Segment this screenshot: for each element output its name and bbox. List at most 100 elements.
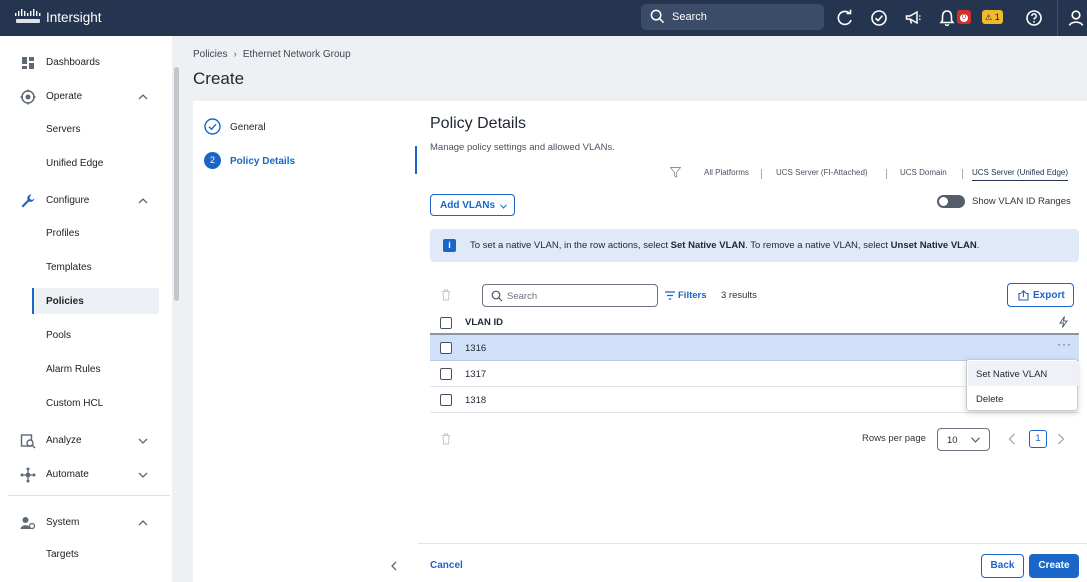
chevron-down-icon bbox=[500, 204, 507, 209]
search-placeholder: Search bbox=[507, 291, 538, 302]
chevron-right-icon[interactable] bbox=[1057, 433, 1065, 445]
lightning-icon[interactable] bbox=[1059, 316, 1068, 328]
sidebar-item-pools[interactable]: Pools bbox=[32, 322, 159, 348]
platform-separator bbox=[962, 169, 963, 179]
sidebar-scrollbar[interactable] bbox=[174, 67, 179, 301]
filters-button[interactable]: Filters bbox=[665, 290, 707, 301]
warning-alarm-count: 1 bbox=[994, 12, 1000, 22]
platform-all[interactable]: All Platforms bbox=[704, 168, 749, 177]
search-icon bbox=[491, 290, 503, 302]
table-row[interactable]: 1316 ··· bbox=[430, 335, 1079, 361]
megaphone-icon[interactable] bbox=[904, 9, 922, 27]
analyze-icon bbox=[20, 434, 36, 449]
back-button[interactable]: Back bbox=[981, 554, 1024, 578]
global-search[interactable]: Search bbox=[641, 4, 824, 30]
chevron-left-icon[interactable] bbox=[1008, 433, 1016, 445]
rows-per-page-value: 10 bbox=[947, 435, 958, 446]
wizard-steps: General 2 Policy Details bbox=[193, 101, 418, 582]
cancel-button[interactable]: Cancel bbox=[430, 560, 463, 571]
sidebar-item-automate[interactable]: Automate bbox=[0, 460, 172, 490]
trash-icon[interactable] bbox=[441, 289, 451, 301]
step-complete-icon bbox=[204, 118, 221, 135]
topbar-divider bbox=[1057, 0, 1058, 36]
sidebar-item-profiles[interactable]: Profiles bbox=[32, 220, 159, 246]
add-vlans-button[interactable]: Add VLANs bbox=[430, 194, 515, 216]
sidebar-item-alarm-rules[interactable]: Alarm Rules bbox=[32, 356, 159, 382]
trash-icon[interactable] bbox=[441, 433, 451, 445]
row-checkbox[interactable] bbox=[440, 342, 452, 354]
export-button[interactable]: Export bbox=[1007, 283, 1074, 307]
sidebar-item-operate[interactable]: Operate bbox=[0, 82, 172, 112]
user-icon[interactable] bbox=[1067, 9, 1085, 27]
chevron-up-icon bbox=[138, 520, 148, 526]
sidebar-item-servers[interactable]: Servers bbox=[32, 116, 159, 142]
vlan-ranges-toggle[interactable] bbox=[937, 195, 965, 208]
search-label: Search bbox=[672, 11, 707, 23]
sidebar-label: Alarm Rules bbox=[46, 364, 101, 375]
vlan-id-cell: 1317 bbox=[465, 369, 487, 380]
chevron-down-icon bbox=[138, 472, 148, 478]
info-banner: i To set a native VLAN, in the row actio… bbox=[430, 229, 1079, 262]
platform-fi-attached[interactable]: UCS Server (FI-Attached) bbox=[776, 168, 868, 177]
sidebar-item-templates[interactable]: Templates bbox=[32, 254, 159, 280]
platform-separator bbox=[886, 169, 887, 179]
sidebar-item-unified-edge[interactable]: Unified Edge bbox=[32, 150, 159, 176]
current-page[interactable]: 1 bbox=[1029, 430, 1047, 448]
menu-item-delete[interactable]: Delete bbox=[968, 386, 1078, 411]
sidebar-label: Automate bbox=[46, 469, 89, 480]
breadcrumb-separator-icon: › bbox=[233, 49, 237, 60]
row-checkbox[interactable] bbox=[440, 394, 452, 406]
sidebar-label: Servers bbox=[46, 124, 81, 135]
step-label: Policy Details bbox=[230, 156, 296, 167]
table-search-input[interactable]: Search bbox=[482, 284, 658, 307]
select-all-checkbox[interactable] bbox=[440, 317, 452, 329]
row-checkbox[interactable] bbox=[440, 368, 452, 380]
refresh-icon[interactable] bbox=[836, 9, 854, 27]
bell-icon[interactable] bbox=[938, 9, 956, 27]
warning-alarm-badge[interactable]: ⚠ 1 bbox=[982, 10, 1003, 24]
top-bar: Intersight Search 0 ⚠ 1 bbox=[0, 0, 1087, 36]
sidebar-label: Dashboards bbox=[46, 57, 100, 68]
check-circle-icon[interactable] bbox=[870, 9, 888, 27]
section-description: Manage policy settings and allowed VLANs… bbox=[430, 142, 615, 153]
platform-unified-edge[interactable]: UCS Server (Unified Edge) bbox=[972, 168, 1069, 181]
sidebar-item-system[interactable]: System bbox=[0, 508, 172, 538]
menu-item-set-native-vlan[interactable]: Set Native VLAN bbox=[968, 361, 1078, 386]
section-title: Policy Details bbox=[430, 115, 527, 132]
filter-icon bbox=[665, 291, 675, 300]
filters-label: Filters bbox=[678, 290, 707, 301]
sidebar-item-custom-hcl[interactable]: Custom HCL bbox=[32, 390, 159, 416]
info-icon: i bbox=[443, 239, 456, 252]
sidebar-item-analyze[interactable]: Analyze bbox=[0, 426, 172, 456]
platform-ucs-domain[interactable]: UCS Domain bbox=[900, 168, 947, 177]
sidebar-item-policies[interactable]: Policies bbox=[32, 288, 159, 314]
results-count: 3 results bbox=[721, 290, 757, 301]
sidebar-item-targets[interactable]: Targets bbox=[32, 541, 159, 567]
sidebar-label: Configure bbox=[46, 195, 90, 206]
help-icon[interactable] bbox=[1025, 9, 1043, 27]
sidebar-label: Profiles bbox=[46, 228, 80, 239]
sidebar-label: Analyze bbox=[46, 435, 82, 446]
chevron-up-icon bbox=[138, 198, 148, 204]
chevron-down-icon bbox=[971, 437, 980, 443]
critical-alarm-badge[interactable]: 0 bbox=[957, 10, 971, 24]
filter-funnel-icon bbox=[670, 167, 681, 178]
chevron-up-icon bbox=[138, 94, 148, 100]
sidebar-item-configure[interactable]: Configure bbox=[0, 186, 172, 216]
search-icon bbox=[650, 9, 665, 24]
sidebar-item-dashboards[interactable]: Dashboards bbox=[0, 48, 172, 78]
info-message: To set a native VLAN, in the row actions… bbox=[470, 240, 980, 251]
step-general[interactable]: General bbox=[204, 118, 404, 138]
wrench-icon bbox=[21, 194, 35, 208]
rows-per-page-select[interactable]: 10 bbox=[937, 428, 990, 451]
breadcrumb-policies[interactable]: Policies bbox=[193, 49, 227, 60]
chevron-left-icon[interactable] bbox=[389, 561, 399, 571]
cisco-logo-icon bbox=[15, 9, 41, 23]
page-title: Create bbox=[193, 69, 245, 88]
column-header-vlan-id[interactable]: VLAN ID bbox=[465, 317, 503, 328]
create-button[interactable]: Create bbox=[1029, 554, 1079, 578]
step-policy-details[interactable]: 2 Policy Details bbox=[204, 152, 404, 172]
breadcrumb-ethernet-network-group[interactable]: Ethernet Network Group bbox=[243, 49, 351, 60]
more-actions-icon[interactable]: ··· bbox=[1057, 337, 1072, 351]
chevron-down-icon bbox=[138, 438, 148, 444]
